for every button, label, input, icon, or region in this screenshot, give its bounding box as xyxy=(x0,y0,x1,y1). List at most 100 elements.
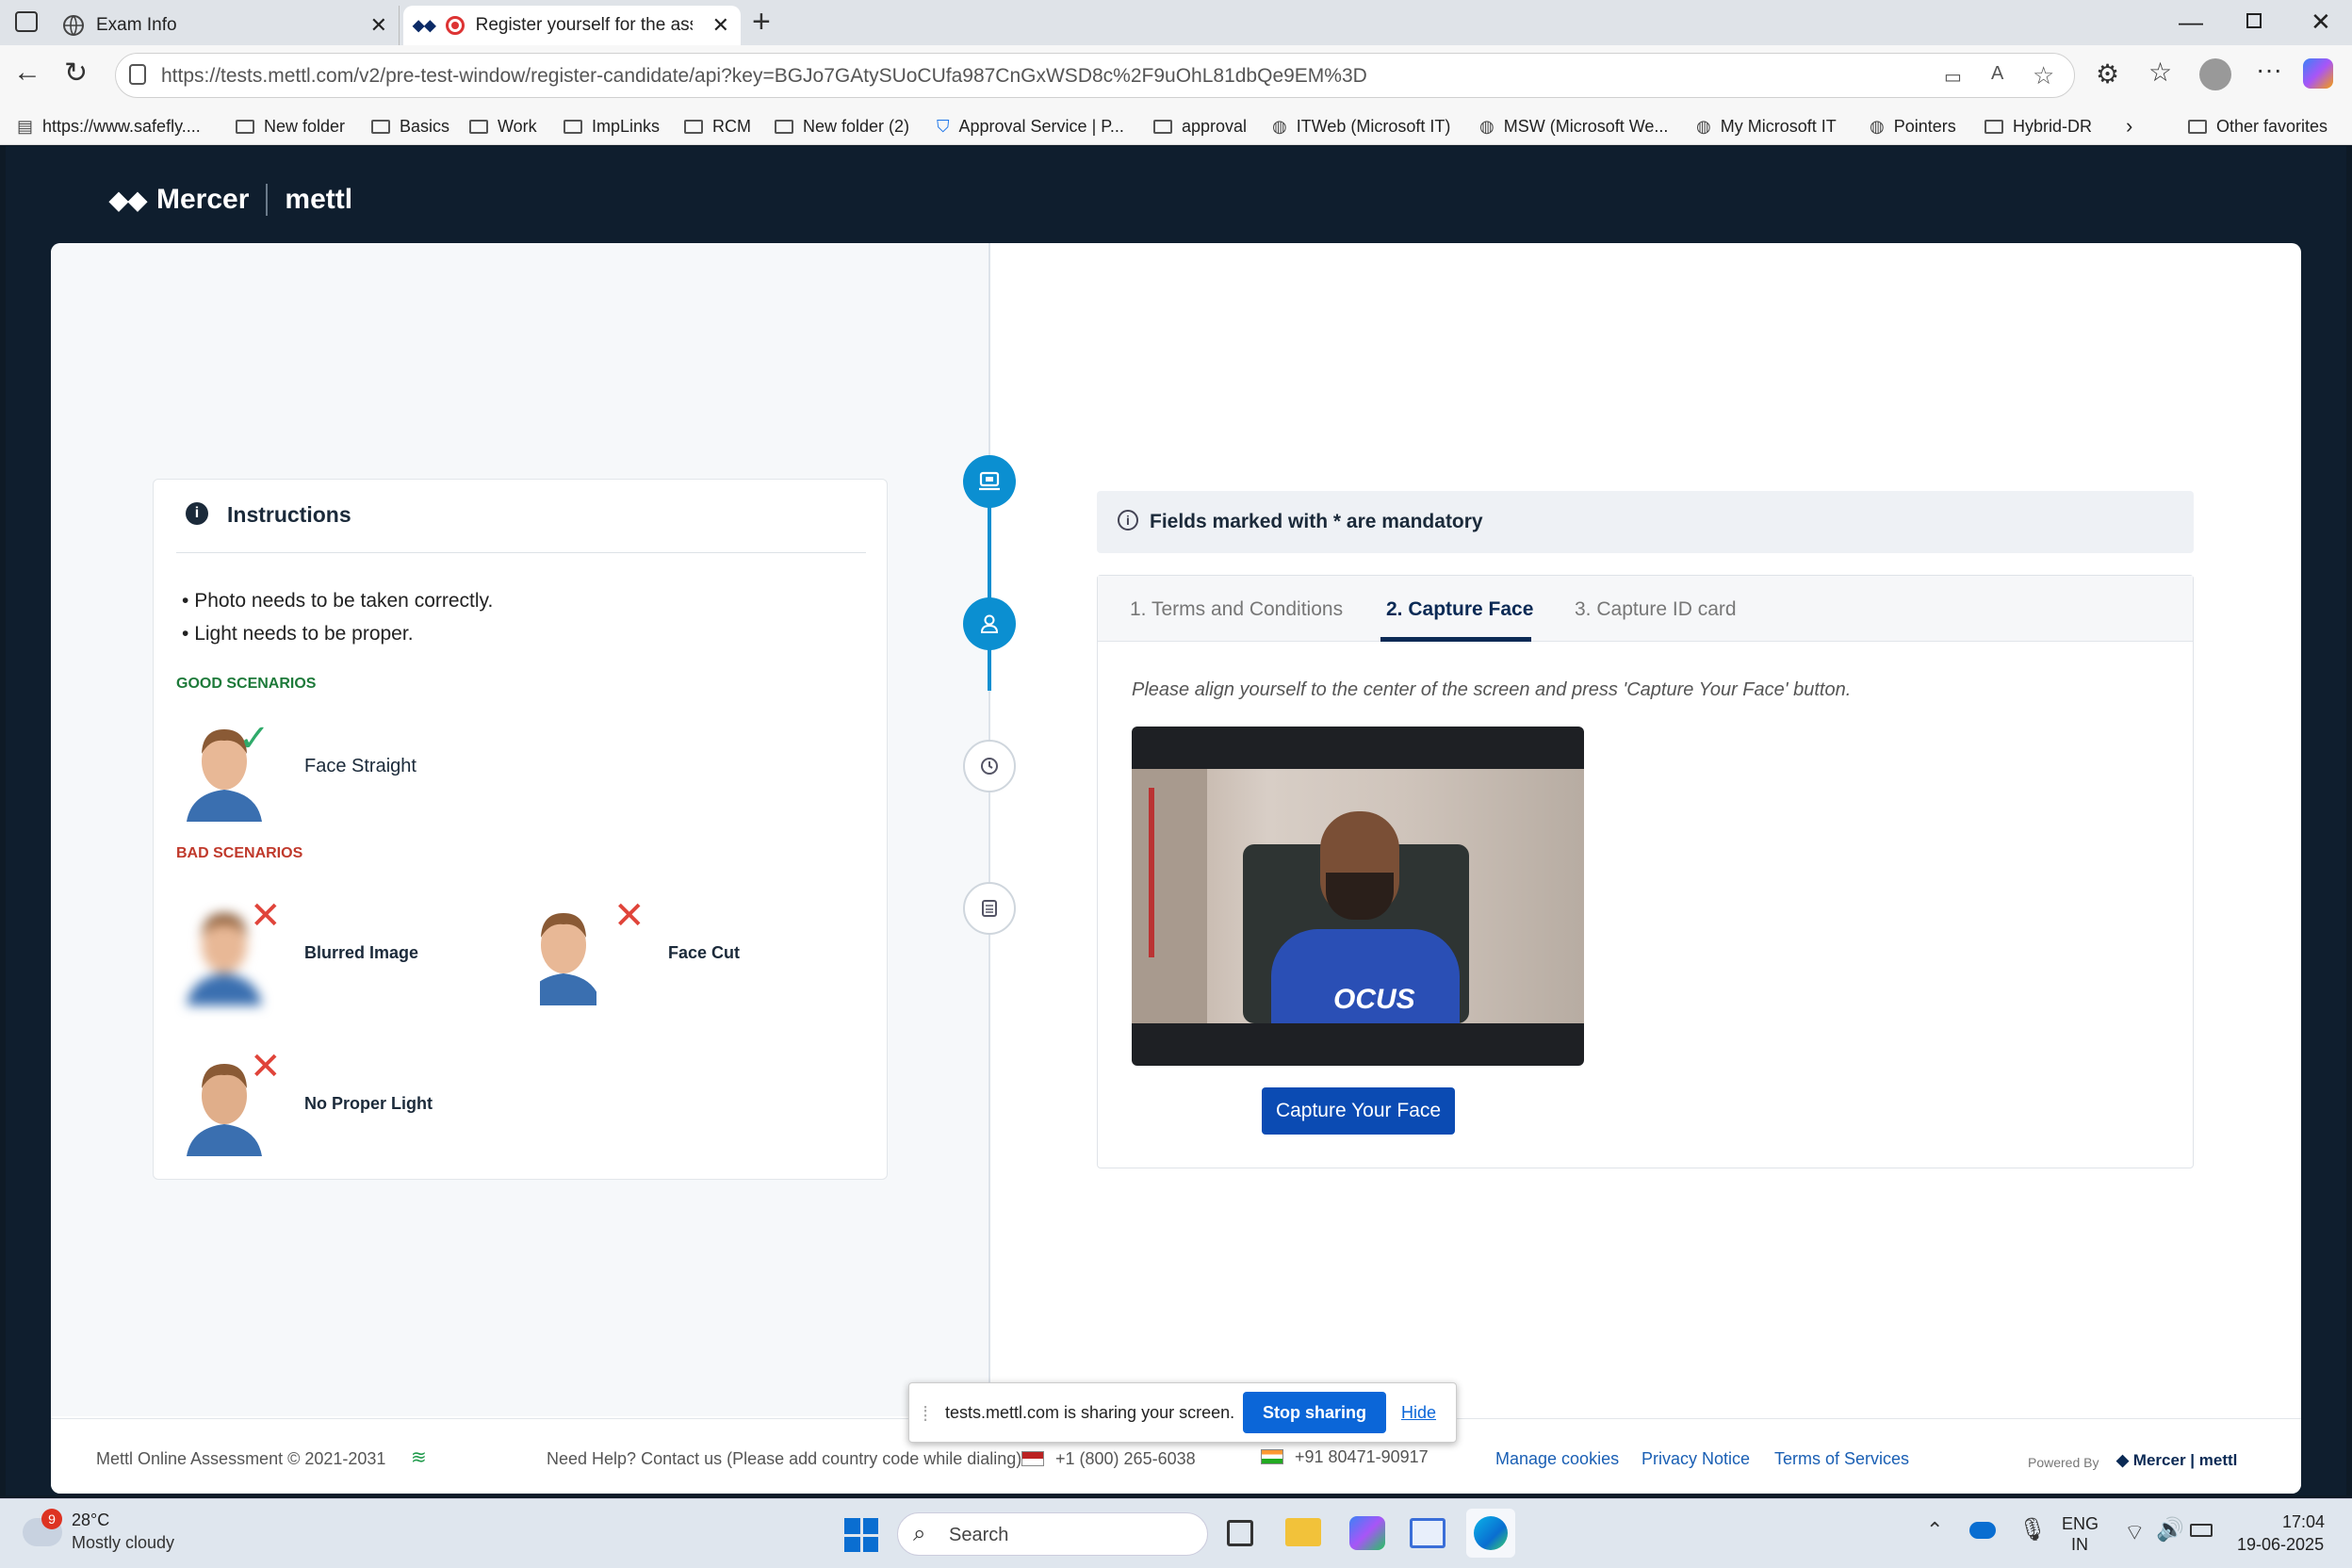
step-terms-icon[interactable] xyxy=(963,455,1016,508)
step-face-icon[interactable] xyxy=(963,597,1016,650)
extensions-icon[interactable]: ⚙ xyxy=(2096,58,2119,90)
folder-icon xyxy=(469,119,488,134)
face-cut-image xyxy=(540,902,596,1005)
bookmark-folder[interactable]: New folder xyxy=(236,113,345,139)
bookmark-folder[interactable]: New folder (2) xyxy=(775,113,909,139)
other-favorites[interactable]: Other favorites xyxy=(2188,113,2328,139)
red-cable xyxy=(1149,788,1154,957)
bookmark-folder[interactable]: Hybrid-DR xyxy=(1984,113,2092,139)
step-clock-icon[interactable] xyxy=(963,740,1016,792)
address-bar-row: ← ↻ https://tests.mettl.com/v2/pre-test-… xyxy=(0,45,2352,107)
browser-tab-bar: Exam Info ✕ ◆◆ Register yourself for the… xyxy=(0,0,2352,45)
close-window-icon[interactable]: ✕ xyxy=(2311,8,2331,37)
globe-icon: ◍ xyxy=(1870,116,1885,136)
drag-handle-icon[interactable]: ⁞ xyxy=(923,1402,928,1427)
page: ◆◆ Mercer mettl i Instructions • Photo n… xyxy=(6,146,2346,1495)
folder-icon xyxy=(1984,119,2003,134)
bookmark-item[interactable]: ◍ ITWeb (Microsoft IT) xyxy=(1272,113,1450,139)
tab-title: Register yourself for the asse xyxy=(475,15,693,35)
tab-actions-icon[interactable] xyxy=(15,11,38,32)
face-cut-label: Face Cut xyxy=(668,943,741,962)
region[interactable]: IN xyxy=(2071,1535,2088,1555)
close-tab-icon[interactable]: ✕ xyxy=(370,13,387,38)
copilot-icon[interactable] xyxy=(2303,58,2333,89)
hide-button[interactable]: Hide xyxy=(1401,1403,1436,1423)
microphone-icon[interactable]: 🎙 xyxy=(2018,1516,2047,1544)
folder-icon xyxy=(236,119,254,134)
india-flag-icon xyxy=(1261,1449,1283,1464)
wifi-icon[interactable]: ⌔ xyxy=(2124,1518,2146,1546)
language[interactable]: ENG xyxy=(2062,1514,2099,1534)
instruction-bullet: • Light needs to be proper. xyxy=(182,623,414,645)
new-tab-icon[interactable]: + xyxy=(752,4,771,41)
bookmark-item[interactable]: ⛉ Approval Service | P... xyxy=(937,113,1124,139)
favorite-star-icon[interactable]: ☆ xyxy=(2033,61,2054,90)
registration-card: i Instructions • Photo needs to be taken… xyxy=(51,243,2301,1494)
step-document-icon[interactable] xyxy=(963,882,1016,935)
bookmark-item[interactable]: ◍ MSW (Microsoft We... xyxy=(1479,113,1668,139)
clock-time[interactable]: 17:04 xyxy=(2282,1512,2325,1532)
restore-icon[interactable] xyxy=(2246,13,2262,28)
manage-cookies-link[interactable]: Manage cookies xyxy=(1495,1449,1619,1469)
tab-capture-face[interactable]: 2. Capture Face xyxy=(1386,598,1533,621)
temperature[interactable]: 28°C xyxy=(72,1511,109,1530)
windows-start-icon[interactable] xyxy=(844,1518,878,1552)
onedrive-icon[interactable] xyxy=(1969,1522,1996,1539)
chevron-up-icon[interactable]: ⌃ xyxy=(1926,1518,1943,1543)
webcam-video: OCUS xyxy=(1132,769,1584,1023)
bookmark-folder[interactable]: ImpLinks xyxy=(564,113,660,139)
capture-face-button[interactable]: Capture Your Face xyxy=(1262,1087,1455,1135)
volume-icon[interactable]: 🔊 xyxy=(2156,1516,2184,1544)
task-view-icon[interactable] xyxy=(1227,1520,1253,1546)
file-explorer-icon[interactable] xyxy=(1285,1518,1321,1546)
m365-icon[interactable] xyxy=(1349,1516,1385,1550)
brand-logo: ◆◆ Mercer mettl xyxy=(109,184,353,216)
tab-terms[interactable]: 1. Terms and Conditions xyxy=(1130,598,1343,621)
bookmarks-bar: ▤ https://www.safefly.... New folder Basi… xyxy=(0,107,2352,145)
battery-icon[interactable] xyxy=(2190,1524,2213,1537)
bookmark-item[interactable]: ▤ https://www.safefly.... xyxy=(17,113,201,139)
camera-icon[interactable]: ▭ xyxy=(1944,65,1962,89)
privacy-notice-link[interactable]: Privacy Notice xyxy=(1642,1449,1750,1469)
bookmark-folder[interactable]: approval xyxy=(1153,113,1247,139)
favorites-icon[interactable]: ☆ xyxy=(2148,57,2172,88)
folder-icon xyxy=(1153,119,1172,134)
bookmark-folder[interactable]: RCM xyxy=(684,113,751,139)
tab-title: Exam Info xyxy=(96,15,177,35)
taskbar-search[interactable]: ⌕ Search xyxy=(897,1512,1208,1556)
folder-icon xyxy=(564,119,582,134)
page-icon: ▤ xyxy=(17,116,34,136)
mandatory-text: Fields marked with * are mandatory xyxy=(1150,511,1483,532)
bookmark-folder[interactable]: Basics xyxy=(371,113,449,139)
bookmark-item[interactable]: ◍ My Microsoft IT xyxy=(1696,113,1837,139)
bookmark-item[interactable]: ◍ Pointers xyxy=(1870,113,1956,139)
terms-of-services-link[interactable]: Terms of Services xyxy=(1774,1449,1909,1469)
mercer-tab-icon: ◆◆ xyxy=(413,18,436,34)
minimize-icon[interactable]: — xyxy=(2179,8,2203,37)
stop-sharing-button[interactable]: Stop sharing xyxy=(1243,1392,1386,1433)
back-icon[interactable]: ← xyxy=(13,57,41,89)
bookmark-folder[interactable]: Work xyxy=(469,113,537,139)
refresh-icon[interactable]: ↻ xyxy=(64,57,88,90)
read-aloud-icon[interactable]: A xyxy=(1991,63,2003,85)
url-field[interactable]: https://tests.mettl.com/v2/pre-test-wind… xyxy=(115,53,2075,98)
chevron-right-icon[interactable]: › xyxy=(2126,113,2132,139)
more-menu-icon[interactable]: ··· xyxy=(2256,55,2282,85)
footer-logo: ◆ Mercer | mettl xyxy=(2116,1451,2238,1469)
close-tab-icon[interactable]: ✕ xyxy=(712,13,729,38)
window-app-icon[interactable] xyxy=(1410,1518,1446,1548)
weather-text[interactable]: Mostly cloudy xyxy=(72,1533,174,1553)
instructions-title: Instructions xyxy=(227,502,351,527)
tab-exam-info[interactable]: Exam Info ✕ xyxy=(62,6,400,45)
capture-instruction: Please align yourself to the center of t… xyxy=(1132,679,1852,700)
face-straight-label: Face Straight xyxy=(304,756,416,776)
profile-avatar[interactable] xyxy=(2199,58,2231,90)
tab-capture-id[interactable]: 3. Capture ID card xyxy=(1575,598,1737,621)
search-icon: ⌕ xyxy=(913,1521,926,1546)
folder-icon xyxy=(371,119,390,134)
cross-icon: ✕ xyxy=(250,1046,282,1087)
clock-date[interactable]: 19-06-2025 xyxy=(2237,1535,2324,1555)
tab-register[interactable]: ◆◆ Register yourself for the asse ✕ xyxy=(403,6,741,45)
good-scenarios-label: GOOD SCENARIOS xyxy=(176,676,317,692)
edge-taskbar-button[interactable] xyxy=(1466,1509,1515,1558)
